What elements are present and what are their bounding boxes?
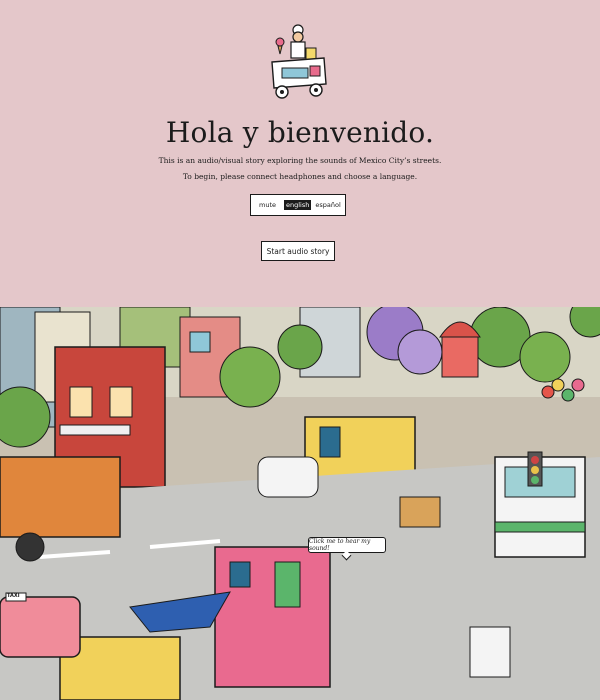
english-option[interactable]: english [284,200,312,210]
street-scene-illustration: TAXI [0,307,600,700]
page-title: Hola y bienvenido. [165,116,435,149]
taxi-sign: TAXI [7,593,20,599]
spanish-option[interactable]: español [315,201,340,209]
intro-panel: Hola y bienvenido. This is an audio/visu… [0,0,600,307]
hear-sound-tooltip[interactable]: Click me to hear my sound! [308,537,386,553]
intro-description: This is an audio/visual story exploring … [158,156,442,165]
ice-cream-cart-illustration [271,24,327,99]
headphones-instruction: To begin, please connect headphones and … [182,172,418,181]
language-selector: mute english español [250,194,346,216]
start-audio-story-button[interactable]: Start audio story [261,241,335,261]
mute-toggle[interactable]: mute [259,201,276,209]
street-scene-art [0,307,600,700]
